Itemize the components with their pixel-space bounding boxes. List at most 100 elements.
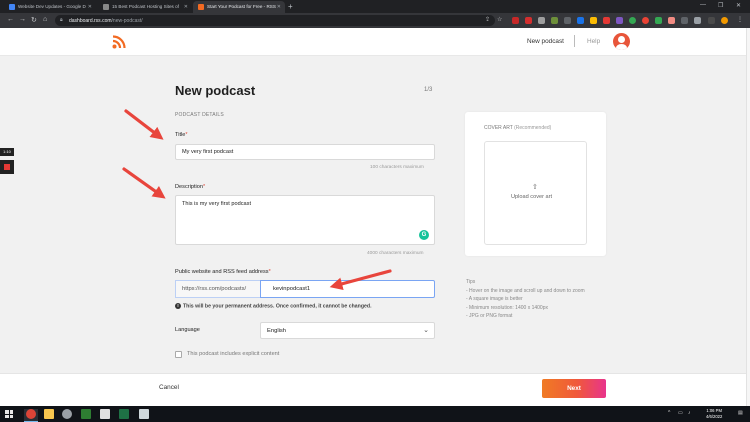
extension-icon[interactable] [551,17,558,24]
chevron-down-icon: ⌄ [423,327,429,334]
new-tab-icon[interactable]: + [288,2,293,11]
rss-logo-icon[interactable] [112,35,126,49]
excel-icon[interactable] [119,409,129,419]
user-avatar[interactable] [613,33,630,50]
description-hint: 4000 characters maximum [367,251,424,256]
arrow-to-title [124,109,164,140]
extension-icon[interactable] [525,17,532,24]
app-header: New podcast Help [0,28,746,56]
windows-taskbar: ^ ▭ ♪ 1:06 PM 4/6/2022 ▤ [0,406,750,422]
tab-title: Website Dev Updates - Google D [18,4,86,9]
language-select[interactable]: English ⌄ [260,322,435,339]
file-explorer-icon[interactable] [44,409,54,419]
tip-item: - Hover on the image and scroll up and d… [466,287,585,294]
extension-icon[interactable] [681,17,688,24]
extension-icon[interactable] [642,17,649,24]
maximize-icon[interactable]: ❐ [718,2,723,9]
stop-icon [4,164,10,170]
win-pane [5,414,9,418]
extension-icon[interactable] [590,17,597,24]
tab-title: 15 Best Podcast Hosting Sites of [112,4,179,9]
title-input-value: My very first podcast [182,149,234,155]
extension-icon[interactable] [668,17,675,24]
tab-title: Start Your Podcast for Free - RSS [207,4,276,9]
description-label: Description* [175,184,206,190]
volume-icon[interactable]: ♪ [688,410,691,416]
tip-item: - Minimum resolution: 1400 x 1400px [466,304,548,311]
profile-icon[interactable] [721,17,728,24]
title-hint: 100 characters maximum [370,165,424,170]
extension-icon[interactable] [577,17,584,24]
next-button[interactable]: Next [542,379,606,398]
site-favicon-icon [103,4,109,10]
title-input[interactable]: My very first podcast [175,144,435,160]
explicit-content-checkbox[interactable] [175,351,182,358]
home-icon[interactable]: ⌂ [43,16,47,23]
cover-art-upload-area[interactable] [484,141,587,245]
cancel-button[interactable]: Cancel [159,384,179,391]
back-icon[interactable]: ← [7,16,14,23]
notifications-icon[interactable]: ▤ [738,410,743,416]
description-textarea[interactable]: This is my very first podcast G [175,195,435,245]
upload-cover-art-label[interactable]: Upload cover art [511,194,552,200]
browser-tab-2[interactable]: 15 Best Podcast Hosting Sites of ✕ [98,1,192,13]
grammarly-icon[interactable]: G [419,230,429,240]
close-window-icon[interactable]: ✕ [736,2,741,9]
recording-timer: 1:10 [0,148,14,156]
app-taskbar-icon[interactable] [81,409,91,419]
page-title: New podcast [175,83,256,98]
taskbar-clock[interactable]: 1:06 PM 4/6/2022 [706,408,722,419]
browser-tab-strip: Website Dev Updates - Google D ✕ 15 Best… [0,0,750,13]
nav-new-podcast-link[interactable]: New podcast [527,38,564,45]
browser-tab-3[interactable]: Start Your Podcast for Free - RSS ✕ [193,1,285,13]
rss-favicon-icon [198,4,204,10]
cover-art-title: COVER ART (Recommended) [484,125,552,131]
podcast-slug-input[interactable]: kevinpodcast1 [260,280,435,298]
chrome-taskbar-icon[interactable] [26,409,36,419]
nav-help-link[interactable]: Help [587,38,600,45]
forward-icon[interactable]: → [19,16,26,23]
stop-recording-button[interactable] [0,160,14,174]
extension-icon[interactable] [629,17,636,24]
address-url: dashboard.rss.com/new-podcast/ [69,17,143,24]
close-icon[interactable]: ✕ [184,4,188,10]
page-scrollbar[interactable] [746,28,750,406]
extensions-puzzle-icon[interactable] [694,17,701,24]
extension-icon[interactable] [564,17,571,24]
extension-icon[interactable] [603,17,610,24]
windows-start-icon[interactable] [5,410,13,418]
section-heading: PODCAST DETAILS [175,112,224,118]
url-prefix: https://rss.com/podcasts/ [175,280,260,298]
language-select-value: English [267,328,287,334]
extension-icon[interactable] [616,17,623,24]
explicit-content-label[interactable]: This podcast includes explicit content [187,351,279,357]
form-footer [0,373,746,406]
notepad-icon[interactable] [100,409,110,419]
clock-time: 1:06 PM [706,408,722,413]
close-icon[interactable]: ✕ [277,4,281,10]
menu-kebab-icon[interactable]: ⋮ [737,16,743,23]
bookmark-star-icon[interactable]: ☆ [497,16,502,23]
extension-icon[interactable] [655,17,662,24]
cover-art-tips: Tips - Hover on the image and scroll up … [466,278,585,321]
win-pane [9,410,13,414]
reload-icon[interactable]: ↻ [31,16,37,24]
address-bar[interactable]: 🔒︎ dashboard.rss.com/new-podcast/ [55,15,495,26]
extension-icon[interactable] [512,17,519,24]
share-icon[interactable]: ⇪ [485,16,490,23]
win-pane [5,410,9,414]
podcast-slug-value: kevinpodcast1 [273,286,311,292]
language-label: Language [175,327,200,333]
reading-list-icon[interactable] [708,17,715,24]
app-taskbar-icon[interactable] [62,409,72,419]
upload-icon[interactable]: ⇧ [532,183,538,191]
tips-title: Tips [466,279,476,285]
minimize-icon[interactable]: — [700,2,706,8]
tray-chevron-icon[interactable]: ^ [668,410,670,416]
network-icon[interactable]: ▭ [678,410,683,416]
app-taskbar-icon[interactable] [139,409,149,419]
extension-icon[interactable] [538,17,545,24]
browser-tab-1[interactable]: Website Dev Updates - Google D ✕ [4,1,96,13]
description-value: This is my very first podcast [182,201,252,207]
close-icon[interactable]: ✕ [88,4,92,10]
